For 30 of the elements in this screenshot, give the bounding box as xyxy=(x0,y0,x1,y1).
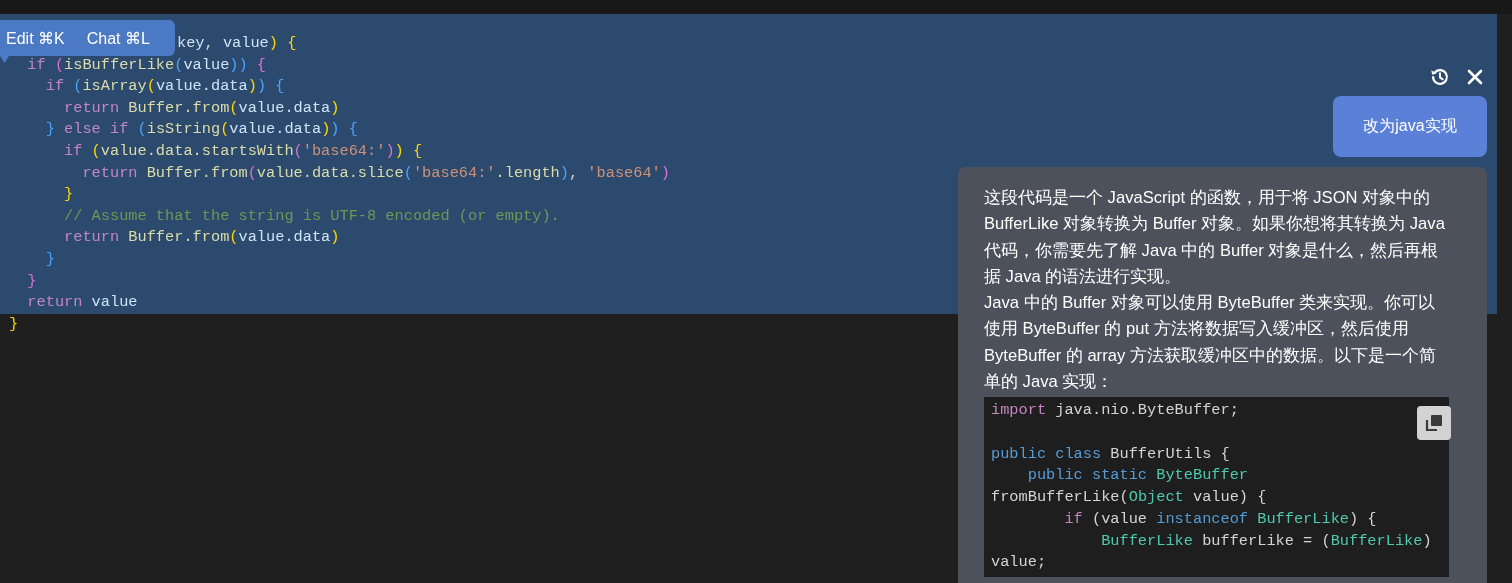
code-line: if (isBufferLike(value)) { xyxy=(26,54,267,76)
code-line: } xyxy=(44,248,55,270)
code-line: if (isArray(value.data)) { xyxy=(44,76,285,98)
code-line: return value xyxy=(26,292,138,314)
popup-tab[interactable]: Edit ⌘K xyxy=(6,28,65,48)
code-line: if (value.data.startsWith('base64:')) { xyxy=(63,140,423,162)
close-icon[interactable] xyxy=(1466,68,1484,86)
copy-button[interactable] xyxy=(1417,406,1451,441)
reply-text: 这段代码是一个 JavaScript 的函数，用于将 JSON 对象中的 BufferLike 对象转换为 Buffer 对象。如果你想将其转换为 Java 代码，你需要先了解 Java 中的 Buffer 对象是什么，然后再根据 Java 的语法进行实现。 xyxy=(984,187,1446,288)
code-line: return Buffer.from(value.data) xyxy=(63,227,340,249)
copy-icon xyxy=(1424,413,1444,434)
code-line: } xyxy=(9,313,19,335)
code-line: import java.nio.ByteBuffer; xyxy=(991,400,1239,422)
code-line: return Buffer.from(value.data.slice('base64:'.length), 'base64') xyxy=(81,162,670,184)
code-line: } xyxy=(26,270,37,292)
history-icon[interactable] xyxy=(1429,66,1451,88)
code-line: public class BufferUtils { xyxy=(991,443,1230,465)
code-line: return Buffer.from(value.data) xyxy=(63,97,340,119)
reply-text: Java 中的 Buffer 对象可以使用 ByteBuffer 类来实现。你可以使用 ByteBuffer 的 put 方法将数据写入缓冲区，然后使用 ByteBuffer 的 array 方法获取缓冲区中的数据。以下是一个简单的 Java 实现： xyxy=(984,292,1437,394)
code-line: if (value instanceof BufferLike) { xyxy=(1063,508,1377,530)
code-line: } xyxy=(63,184,74,206)
code-line: fromBufferLike(Object value) { xyxy=(991,487,1267,509)
code-line: public static ByteBuffer xyxy=(1026,465,1249,487)
code-line: BufferLike bufferLike = (BufferLike) xyxy=(1100,530,1432,552)
popup-tab[interactable]: Chat ⌘L xyxy=(86,28,150,48)
code-line: value; xyxy=(991,552,1047,574)
code-line: key, value) { xyxy=(177,33,297,54)
code-line: } else if (isString(value.data)) { xyxy=(44,119,358,141)
user-message: 改为java实现 xyxy=(1333,96,1487,157)
code-line: // Assume that the string is UTF-8 encoded (or empty). xyxy=(63,205,560,227)
